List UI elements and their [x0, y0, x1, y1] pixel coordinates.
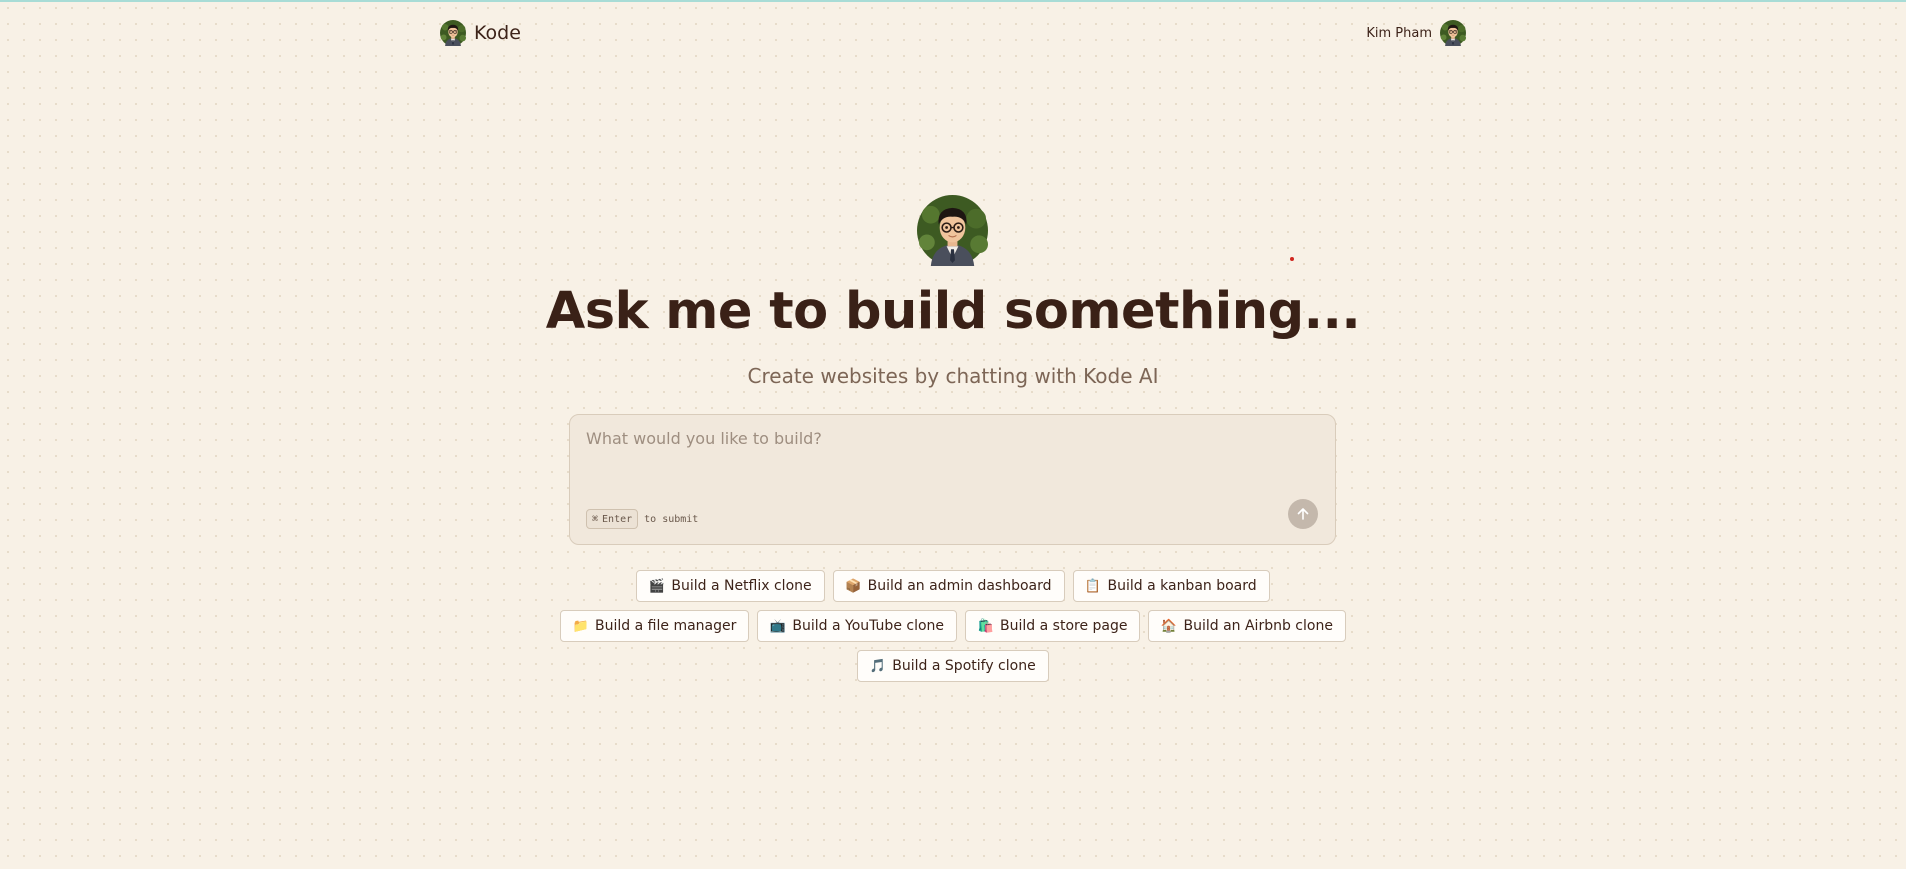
suggestions-row-1: 🎬 Build a Netflix clone 📦 Build an admin…: [0, 570, 1906, 602]
suggestion-label: Build a file manager: [595, 618, 737, 634]
suggestion-label: Build a store page: [1000, 618, 1128, 634]
music-note-icon: 🎵: [869, 658, 886, 674]
suggestion-youtube-button[interactable]: 📺 Build a YouTube clone: [757, 610, 958, 642]
clapperboard-icon: 🎬: [648, 578, 665, 594]
shortcut-key: ⌘ Enter: [586, 509, 639, 529]
brand-link[interactable]: Kode: [440, 20, 521, 46]
prompt-box: ⌘ Enter to submit: [569, 414, 1336, 545]
package-icon: 📦: [845, 578, 862, 594]
suggestions-row-2: 📁 Build a file manager 📺 Build a YouTube…: [0, 610, 1906, 642]
send-button[interactable]: [1288, 499, 1318, 529]
suggestion-kanban-button[interactable]: 📋 Build a kanban board: [1072, 570, 1270, 602]
suggestion-label: Build a Netflix clone: [671, 578, 812, 594]
brand-name: Kode: [474, 22, 521, 44]
top-bar: Kode Kim Pham: [440, 18, 1466, 48]
suggestion-label: Build an admin dashboard: [867, 578, 1052, 594]
suggestion-airbnb-button[interactable]: 🏠 Build an Airbnb clone: [1148, 610, 1346, 642]
suggestion-file-manager-button[interactable]: 📁 Build a file manager: [560, 610, 750, 642]
shopping-bags-icon: 🛍️: [977, 618, 994, 634]
house-icon: 🏠: [1160, 618, 1178, 634]
user-name: Kim Pham: [1366, 25, 1432, 41]
arrow-up-icon: [1297, 508, 1309, 520]
suggestion-label: Build a YouTube clone: [792, 618, 945, 634]
user-avatar: [1440, 20, 1466, 46]
suggestion-admin-dashboard-button[interactable]: 📦 Build an admin dashboard: [832, 570, 1065, 602]
suggestion-spotify-button[interactable]: 🎵 Build a Spotify clone: [857, 650, 1049, 682]
clipboard-icon: 📋: [1084, 578, 1102, 594]
suggestion-netflix-button[interactable]: 🎬 Build a Netflix clone: [636, 570, 825, 602]
submit-hint-text: to submit: [644, 513, 699, 525]
prompt-input[interactable]: [586, 429, 1286, 489]
kode-avatar-icon: [440, 20, 466, 46]
user-menu[interactable]: Kim Pham: [1366, 20, 1466, 46]
suggestion-label: Build a Spotify clone: [892, 658, 1036, 674]
page-subtitle: Create websites by chatting with Kode AI: [747, 364, 1159, 388]
tv-icon: 📺: [769, 618, 786, 634]
suggestion-label: Build an Airbnb clone: [1183, 618, 1333, 634]
submit-hint: ⌘ Enter to submit: [586, 509, 698, 529]
folder-icon: 📁: [572, 618, 589, 634]
hero-avatar: [917, 195, 988, 266]
suggestions-row-3: 🎵 Build a Spotify clone: [0, 650, 1906, 682]
page-title: Ask me to build something...: [545, 282, 1361, 341]
suggestion-store-page-button[interactable]: 🛍️ Build a store page: [965, 610, 1141, 642]
suggestion-label: Build a kanban board: [1107, 578, 1257, 594]
command-key-icon: ⌘: [592, 513, 599, 525]
cursor-dot: [1290, 257, 1294, 261]
enter-key-label: Enter: [602, 513, 633, 525]
